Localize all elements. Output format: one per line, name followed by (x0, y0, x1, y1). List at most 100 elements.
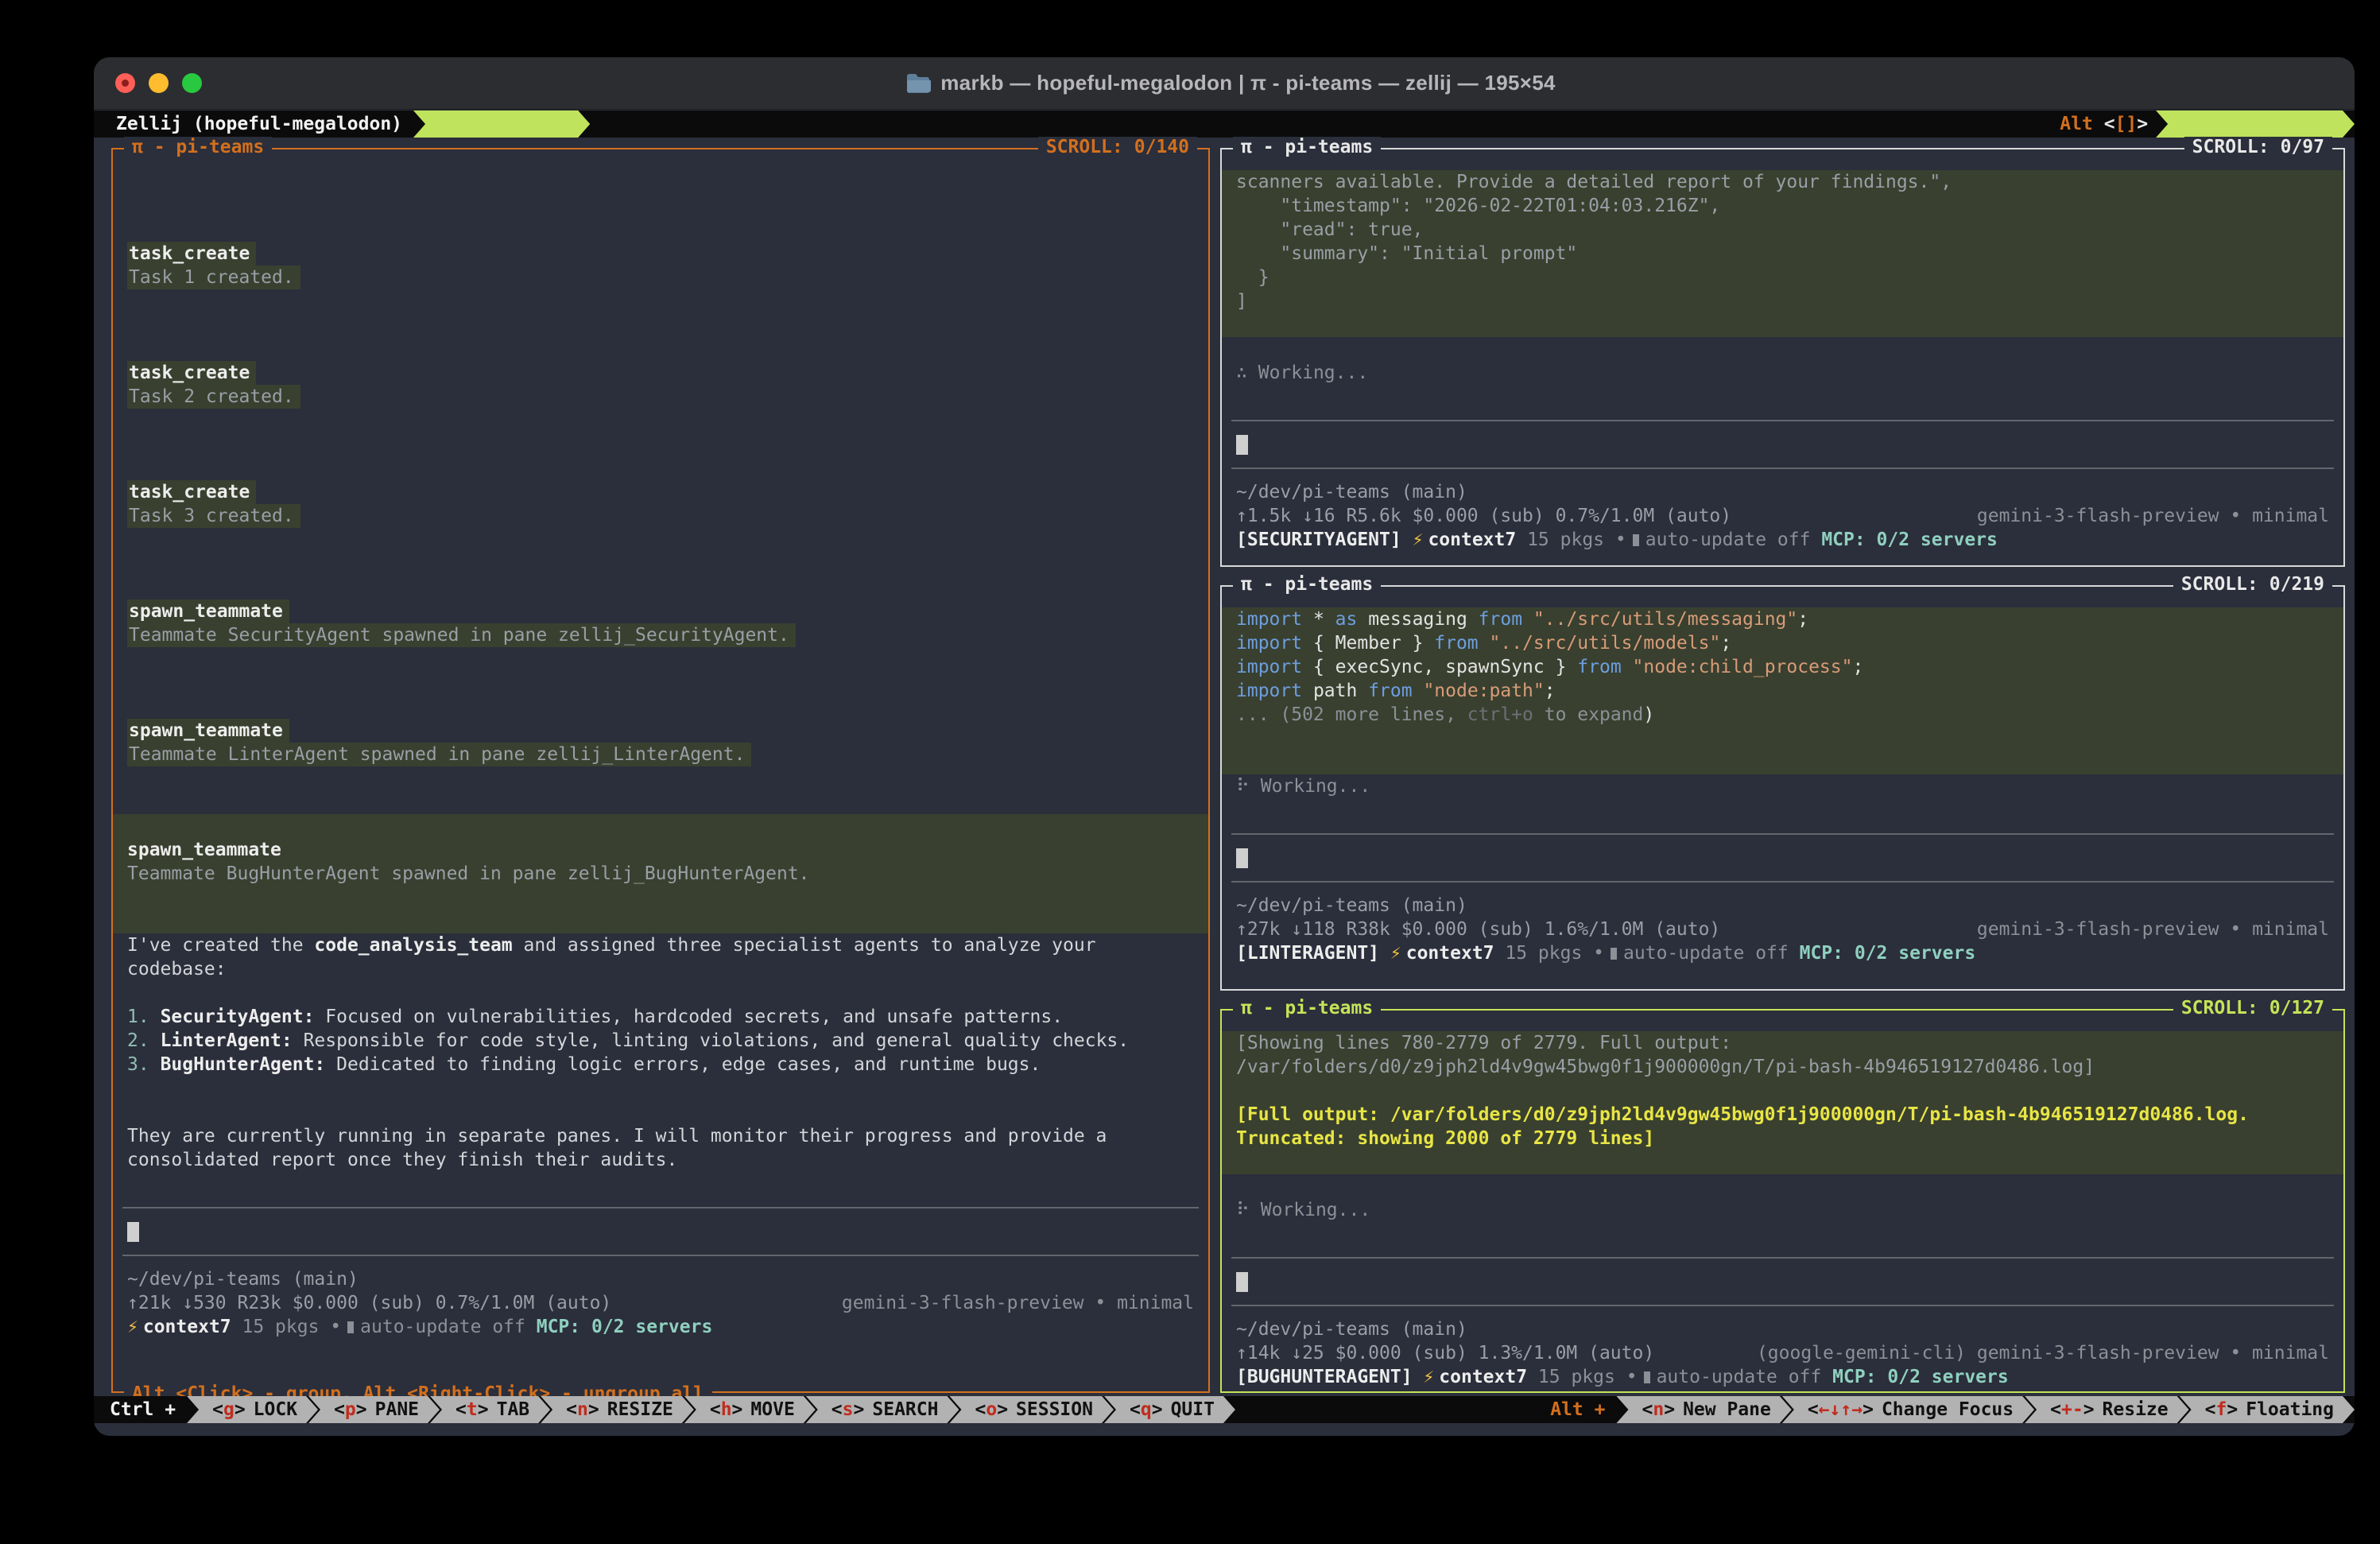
prompt-row[interactable] (1236, 846, 2329, 870)
agent-list-item: 1. SecurityAgent: Focused on vulnerabili… (127, 1005, 1194, 1029)
keybar-item-new-pane[interactable]: nNew Pane (1616, 1396, 1791, 1423)
text-cursor (1236, 435, 1248, 455)
keybar-item-floating[interactable]: fFloating (2180, 1396, 2355, 1423)
cwd-line: ~/dev/pi-teams (main) (127, 1267, 1194, 1291)
working-indicator: ∴ Working... (1236, 361, 2329, 385)
code-line: import * as messaging from "../src/utils… (1236, 607, 2329, 631)
pane-content: task_create Task 1 created. task_create … (113, 149, 1208, 1391)
keybar-item-search[interactable]: sSEARCH (806, 1396, 959, 1423)
spinner-icon: ⠗ (1236, 776, 1250, 797)
zellij-tab-bar: Zellij (hopeful-megalodon) Tab #1 Alt <[… (94, 111, 2355, 138)
pane-content: import * as messaging from "../src/utils… (1222, 587, 2343, 989)
pane-linter-agent[interactable]: π - pi-teams SCROLL:0/219 import * as me… (1220, 585, 2345, 991)
pane-content: scanners available. Provide a detailed r… (1222, 149, 2343, 565)
agent-status-line: [LINTERAGENT] ⚡context7 15 pkgs •auto-up… (1236, 941, 2329, 965)
tool-call-head: task_create (127, 242, 1194, 266)
pause-icon (1633, 534, 1639, 546)
prompt-separator (1236, 870, 2329, 894)
bolt-icon: ⚡ (1423, 1367, 1434, 1387)
bolt-icon: ⚡ (127, 1317, 138, 1337)
tool-call-result: Teammate SecurityAgent spawned in pane z… (127, 623, 1194, 647)
cwd-line: ~/dev/pi-teams (main) (1236, 480, 2329, 504)
full-output-notice: Truncated: showing 2000 of 2779 lines] (1236, 1127, 2329, 1150)
keybar-item-resize-alt[interactable]: +-Resize (2025, 1396, 2189, 1423)
keybar-item-change-focus[interactable]: ←↓↑→Change Focus (1782, 1396, 2034, 1423)
pane-bughunter-agent[interactable]: π - pi-teams SCROLL:0/127 [Showing lines… (1220, 1009, 2345, 1393)
assistant-message-line: I've created the code_analysis_team and … (127, 933, 1194, 957)
tool-call-head: spawn_teammate (127, 719, 1194, 743)
keybinding-bar: Ctrl + gLOCK pPANE tTAB nRESIZE hMOVE sS… (94, 1396, 2355, 1423)
terminal-window: markb — hopeful-megalodon | π - pi-teams… (94, 57, 2355, 1436)
prompt-separator (1236, 409, 2329, 433)
tool-call-result: Task 3 created. (127, 504, 1194, 528)
alt-bracket-hint: Alt <[]> (2060, 114, 2148, 134)
cwd-line: ~/dev/pi-teams (main) (1236, 1317, 2329, 1341)
prompt-row[interactable] (1236, 1270, 2329, 1294)
stats-line: ↑27k ↓118 R38k $0.000 (sub) 1.6%/1.0M (a… (1236, 917, 2329, 941)
text-cursor (127, 1222, 139, 1242)
full-output-notice: [Full output: /var/folders/d0/z9jph2ld4v… (1236, 1103, 2329, 1127)
tool-output-block: [Showing lines 780-2779 of 2779. Full ou… (1222, 1031, 2343, 1174)
keybar-alt-modifier: Alt + (1525, 1396, 1626, 1423)
code-line: import { execSync, spawnSync } from "nod… (1236, 655, 2329, 679)
titlebar[interactable]: markb — hopeful-megalodon | π - pi-teams… (94, 57, 2355, 110)
working-indicator: ⠗ Working... (1236, 774, 2329, 798)
keybar-item-resize[interactable]: nRESIZE (541, 1396, 694, 1423)
pane-orchestrator[interactable]: π - pi-teams SCROLL:0/140 task_create Ta… (111, 148, 1210, 1393)
tool-call-result: Teammate LinterAgent spawned in pane zel… (127, 743, 1194, 766)
stats-line: ↑21k ↓530 R23k $0.000 (sub) 0.7%/1.0M (a… (127, 1291, 1194, 1315)
close-button[interactable] (115, 73, 135, 93)
pause-icon (1644, 1371, 1650, 1383)
keybar-item-tab[interactable]: tTAB (430, 1396, 550, 1423)
prompt-separator (1236, 456, 2329, 480)
tool-output-block: scanners available. Provide a detailed r… (1222, 170, 2343, 337)
active-tool-call-band: spawn_teammate Teammate BugHunterAgent s… (113, 814, 1208, 933)
spinner-icon: ⠗ (1236, 1200, 1250, 1220)
code-line: import path from "node:path"; (1236, 679, 2329, 703)
keybar-ctrl-modifier: Ctrl + (94, 1396, 196, 1423)
folder-icon (905, 72, 931, 95)
layout-indicator-vertical[interactable]: VERTICAL (2156, 111, 2355, 138)
tool-call-head: task_create (127, 361, 1194, 385)
pause-icon (347, 1321, 354, 1333)
keybar-item-move[interactable]: hMOVE (684, 1396, 816, 1423)
tab-1[interactable]: Tab #1 (413, 111, 590, 138)
keybar-item-pane[interactable]: pPANE (308, 1396, 440, 1423)
tool-call-result: Task 1 created. (127, 266, 1194, 289)
assistant-message-line: consolidated report once they finish the… (127, 1148, 1194, 1172)
bolt-icon: ⚡ (1390, 943, 1401, 964)
pane-security-agent[interactable]: π - pi-teams SCROLL:0/97 scanners availa… (1220, 148, 2345, 567)
working-indicator: ⠗ Working... (1236, 1198, 2329, 1222)
keybar-item-session[interactable]: oSESSION (949, 1396, 1114, 1423)
tool-call-head: spawn_teammate (127, 599, 1194, 623)
keybar-item-lock[interactable]: gLOCK (187, 1396, 318, 1423)
spinner-icon: ∴ (1236, 363, 1247, 383)
pause-icon (1611, 948, 1617, 960)
agent-status-line: ⚡context7 15 pkgs •auto-update off MCP: … (127, 1315, 1194, 1339)
window-title: markb — hopeful-megalodon | π - pi-teams… (940, 71, 1555, 95)
zoom-button[interactable] (182, 73, 202, 93)
prompt-row[interactable] (127, 1220, 1194, 1243)
tool-call-head: task_create (127, 480, 1194, 504)
prompt-separator (127, 1243, 1194, 1267)
agent-badge: [BUGHUNTERAGENT] (1236, 1367, 1413, 1387)
keybar-item-quit[interactable]: qQUIT (1104, 1396, 1235, 1423)
cwd-line: ~/dev/pi-teams (main) (1236, 894, 2329, 917)
tool-call-result: Teammate BugHunterAgent spawned in pane … (127, 862, 1194, 886)
agent-list-item: 3. BugHunterAgent: Dedicated to finding … (127, 1053, 1194, 1077)
text-cursor (1236, 848, 1248, 868)
traffic-lights (115, 73, 202, 93)
assistant-message-line: codebase: (127, 957, 1194, 981)
agent-status-line: [BUGHUNTERAGENT] ⚡context7 15 pkgs •auto… (1236, 1365, 2329, 1389)
code-line: import { Member } from "../src/utils/mod… (1236, 631, 2329, 655)
workspace: π - pi-teams SCROLL:0/140 task_create Ta… (94, 138, 2355, 1396)
prompt-separator (127, 1196, 1194, 1220)
prompt-separator (1236, 1294, 2329, 1317)
tool-call-result: Task 2 created. (127, 385, 1194, 409)
code-line: ... (502 more lines, ctrl+o to expand) (1236, 703, 2329, 727)
prompt-separator (1236, 1246, 2329, 1270)
prompt-row[interactable] (1236, 433, 2329, 456)
minimize-button[interactable] (149, 73, 169, 93)
session-name: Zellij (hopeful-megalodon) (116, 114, 402, 134)
tool-output-block: import * as messaging from "../src/utils… (1222, 607, 2343, 774)
